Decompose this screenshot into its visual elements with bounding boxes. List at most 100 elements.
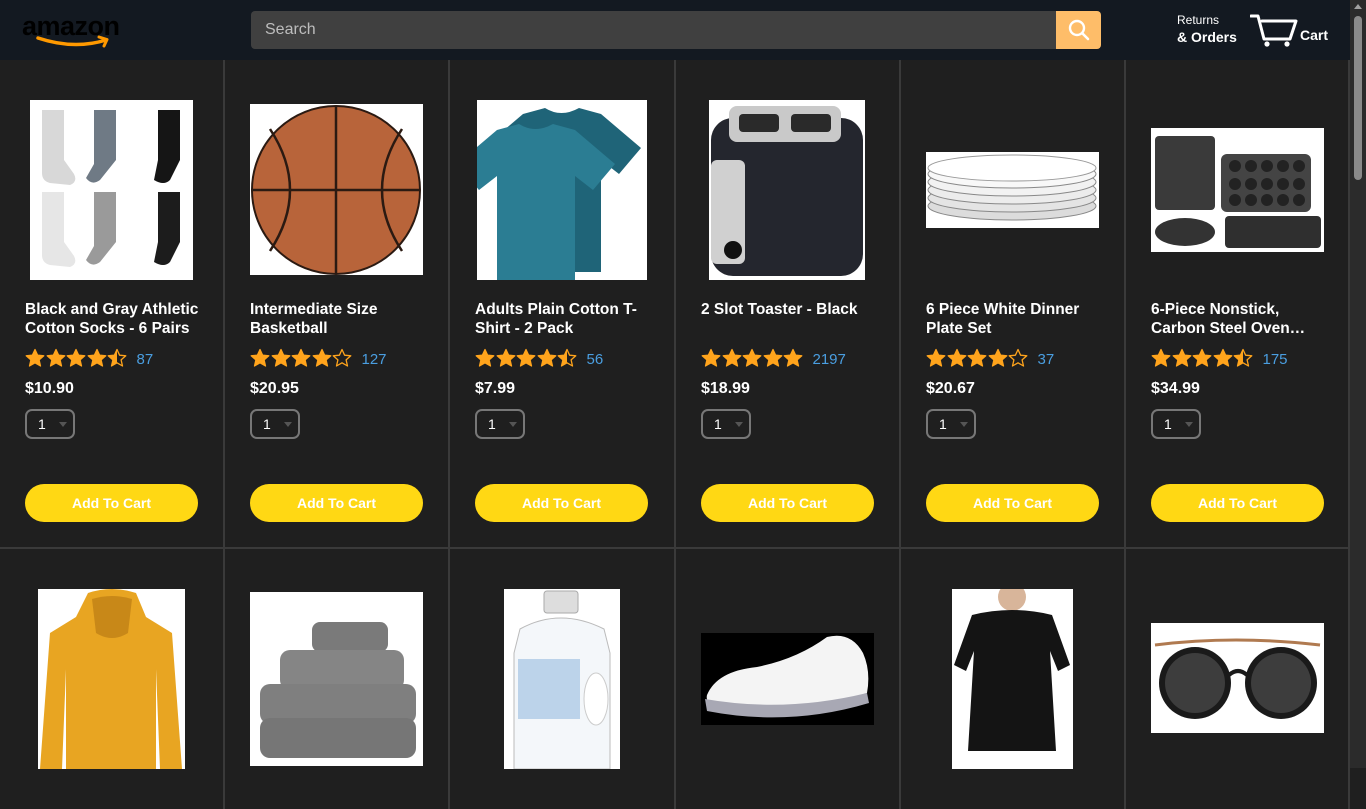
- add-to-cart-button[interactable]: Add To Cart: [926, 484, 1099, 522]
- star-icon: [967, 348, 987, 367]
- product-rating: 127: [250, 348, 387, 368]
- star-icon: [1008, 348, 1028, 367]
- cart-link[interactable]: Cart: [1250, 12, 1335, 48]
- product-card: [0, 549, 225, 809]
- product-rating: 175: [1151, 348, 1288, 368]
- tshirt-image: [477, 100, 647, 280]
- rating-count[interactable]: 87: [137, 351, 154, 368]
- product-card: Intermediate Size Basketball 127 $20.95 …: [225, 60, 450, 549]
- quantity-select[interactable]: 1: [701, 409, 751, 439]
- star-icon: [271, 348, 290, 367]
- add-to-cart-button[interactable]: Add To Cart: [701, 484, 874, 522]
- cart-icon: [1250, 14, 1298, 47]
- socks-image: [30, 100, 193, 280]
- product-card: [901, 549, 1126, 809]
- star-icon: [783, 348, 803, 367]
- sneaker-image: [701, 633, 874, 725]
- star-icon: [1151, 348, 1171, 367]
- product-name: 2 Slot Toaster - Black: [701, 301, 858, 318]
- sunglasses-image: [1151, 623, 1324, 733]
- returns-label: Returns: [1177, 13, 1220, 27]
- detergent-image: [504, 589, 620, 769]
- product-rating: 56: [475, 348, 603, 368]
- scroll-thumb[interactable]: [1354, 16, 1362, 180]
- search-icon: [1068, 19, 1089, 41]
- star-rating-icon: [1151, 348, 1254, 368]
- amazon-logo[interactable]: amazon: [22, 11, 124, 49]
- cart-label: Cart: [1300, 27, 1329, 43]
- towels-image: [250, 592, 423, 766]
- star-rating-icon: [25, 348, 128, 368]
- search-input[interactable]: [251, 11, 1056, 49]
- returns-orders-link[interactable]: Returns & Orders: [1177, 13, 1237, 46]
- quantity-value: 1: [263, 416, 271, 432]
- star-icon: [46, 348, 65, 367]
- plates-image: [926, 152, 1099, 228]
- star-icon: [1172, 348, 1191, 367]
- quantity-select[interactable]: 1: [250, 409, 300, 439]
- toaster-image: [709, 100, 865, 280]
- star-icon: [763, 348, 782, 367]
- scroll-up-arrow-icon[interactable]: [1354, 4, 1362, 9]
- product-card: [676, 549, 901, 809]
- star-icon: [475, 348, 495, 367]
- quantity-select[interactable]: 1: [1151, 409, 1201, 439]
- star-icon: [66, 348, 86, 367]
- rating-count[interactable]: 127: [362, 351, 387, 368]
- product-name: 6 Piece White Dinner Plate Set: [926, 301, 1080, 337]
- search-button[interactable]: [1056, 11, 1101, 49]
- star-icon: [926, 348, 946, 367]
- quantity-select[interactable]: 1: [25, 409, 75, 439]
- chevron-down-icon: [284, 422, 292, 427]
- rating-count[interactable]: 175: [1263, 351, 1288, 368]
- quantity-value: 1: [939, 416, 947, 432]
- top-header: amazon Returns & Orders Cart: [0, 0, 1350, 60]
- add-to-cart-button[interactable]: Add To Cart: [1151, 484, 1324, 522]
- page-scrollbar[interactable]: [1350, 0, 1366, 768]
- add-to-cart-button[interactable]: Add To Cart: [250, 484, 423, 522]
- star-icon: [988, 348, 1007, 367]
- add-to-cart-button[interactable]: Add To Cart: [25, 484, 198, 522]
- product-name: Adults Plain Cotton T-Shirt - 2 Pack: [475, 301, 637, 337]
- quantity-select[interactable]: 1: [926, 409, 976, 439]
- star-icon: [557, 348, 577, 367]
- star-icon: [496, 348, 515, 367]
- star-icon: [516, 348, 536, 367]
- rating-count[interactable]: 37: [1038, 351, 1055, 368]
- star-icon: [332, 348, 352, 367]
- add-to-cart-button[interactable]: Add To Cart: [475, 484, 648, 522]
- star-icon: [107, 348, 127, 367]
- product-card: Adults Plain Cotton T-Shirt - 2 Pack 56 …: [450, 60, 676, 549]
- product-rating: 87: [25, 348, 153, 368]
- star-rating-icon: [475, 348, 578, 368]
- star-rating-icon: [926, 348, 1029, 368]
- product-card: [1126, 549, 1350, 809]
- product-price: $18.99: [701, 380, 750, 397]
- product-card: Black and Gray Athletic Cotton Socks - 6…: [0, 60, 225, 549]
- rating-count[interactable]: 56: [587, 351, 604, 368]
- star-icon: [291, 348, 311, 367]
- bakeware-image: [1151, 128, 1324, 252]
- product-rating: 2197: [701, 348, 846, 368]
- chevron-down-icon: [59, 422, 67, 427]
- cover-up-dress-image: [952, 589, 1073, 769]
- star-icon: [722, 348, 741, 367]
- rating-count[interactable]: 2197: [813, 351, 846, 368]
- quantity-select[interactable]: 1: [475, 409, 525, 439]
- star-icon: [1213, 348, 1232, 367]
- quantity-value: 1: [488, 416, 496, 432]
- logo-smile-icon: [36, 35, 109, 48]
- quantity-value: 1: [1164, 416, 1172, 432]
- orders-label: & Orders: [1177, 29, 1237, 45]
- product-name: Intermediate Size Basketball: [250, 301, 378, 337]
- chevron-down-icon: [1185, 422, 1193, 427]
- star-rating-icon: [701, 348, 804, 368]
- product-name: 6-Piece Nonstick, Carbon Steel Oven…: [1151, 301, 1306, 337]
- product-price: $34.99: [1151, 380, 1200, 397]
- star-icon: [25, 348, 45, 367]
- product-rating: 37: [926, 348, 1054, 368]
- star-icon: [87, 348, 106, 367]
- star-icon: [947, 348, 966, 367]
- search-bar: [251, 11, 1101, 49]
- quantity-value: 1: [38, 416, 46, 432]
